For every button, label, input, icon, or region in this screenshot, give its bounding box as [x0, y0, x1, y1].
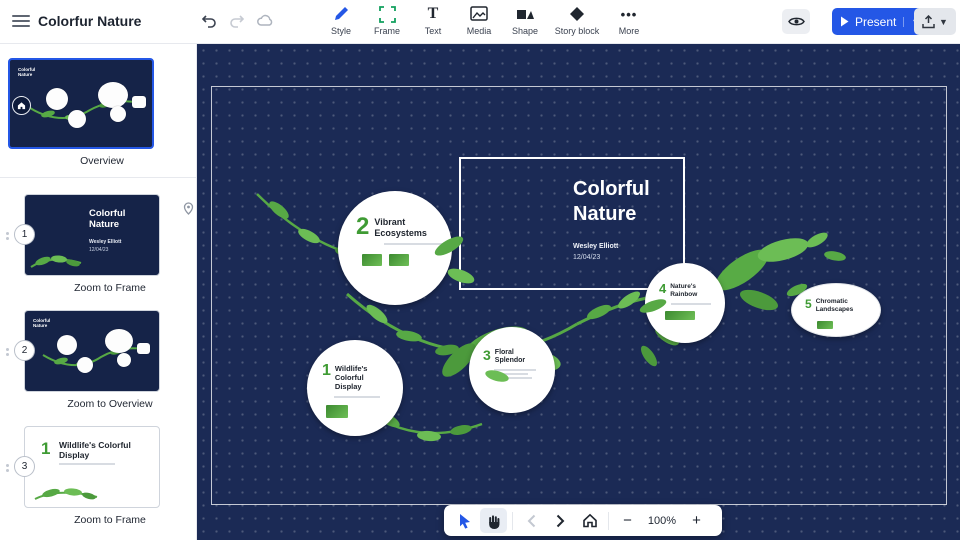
- slide-item-1[interactable]: 1 Colorful Nature Wesley Elliott 12/04/2…: [0, 194, 196, 294]
- topic-wildlifes-colorful-display[interactable]: 1 Wildlife's Colorful Display: [307, 340, 403, 436]
- topic-natures-rainbow[interactable]: 4 Nature's Rainbow: [645, 263, 725, 343]
- slide-1-leaves: [27, 239, 87, 273]
- play-icon: [840, 16, 849, 27]
- drag-handle-icon[interactable]: [6, 348, 9, 358]
- slide-item-2[interactable]: 2 Colorful Nature Zoom to Overview: [0, 310, 196, 410]
- slide-3-leaves: [31, 479, 101, 505]
- tool-frame[interactable]: Frame: [364, 0, 410, 36]
- slide-item-3[interactable]: 3 1 Wildlife's Colorful Display Zoom to …: [0, 426, 196, 526]
- chevron-left-icon: [527, 514, 536, 528]
- slide-1-action: Zoom to Frame: [24, 282, 196, 294]
- home-icon: [582, 513, 598, 528]
- cursor-icon: [458, 513, 472, 529]
- tool-story-block[interactable]: Story block: [548, 0, 606, 36]
- editor-toolbar: Style Frame T Text Media Shape: [318, 0, 652, 44]
- tool-text[interactable]: T Text: [410, 0, 456, 36]
- slide-number-badge: 3: [14, 456, 35, 477]
- export-button[interactable]: ▼: [914, 8, 956, 35]
- presentation-canvas[interactable]: Colorful Nature Wesley Elliott 12/04/23 …: [197, 44, 960, 540]
- slide-2-thumbnail[interactable]: Colorful Nature: [24, 310, 160, 392]
- slide-1-thumbnail[interactable]: Colorful Nature Wesley Elliott 12/04/23: [24, 194, 160, 276]
- story-block-icon: [548, 5, 606, 23]
- slide-3-action: Zoom to Frame: [24, 514, 196, 526]
- tool-more[interactable]: ••• More: [606, 0, 652, 36]
- tool-media[interactable]: Media: [456, 0, 502, 36]
- canvas-title[interactable]: Colorful Nature: [573, 177, 677, 227]
- topic-chromatic-landscapes[interactable]: 5 Chromatic Landscapes: [791, 283, 881, 337]
- sidebar-divider: [0, 177, 196, 178]
- slide-number-badge: 2: [14, 340, 35, 361]
- slide-3-thumbnail[interactable]: 1 Wildlife's Colorful Display: [24, 426, 160, 508]
- pan-tool-button[interactable]: [480, 508, 507, 533]
- chevron-right-icon: [556, 514, 565, 528]
- media-icon: [456, 5, 502, 23]
- select-tool-button[interactable]: [451, 508, 478, 533]
- text-icon: T: [410, 5, 456, 23]
- topic-vibrant-ecosystems[interactable]: 2 Vibrant Ecosystems: [338, 191, 452, 305]
- present-label: Present: [855, 15, 896, 29]
- prev-step-button[interactable]: [518, 508, 545, 533]
- cloud-sync-icon: [256, 12, 276, 32]
- next-step-button[interactable]: [547, 508, 574, 533]
- drag-handle-icon[interactable]: [6, 232, 9, 242]
- topic-floral-splendor[interactable]: 3 Floral Splendor: [469, 327, 555, 413]
- canvas-author[interactable]: Wesley Elliott: [573, 243, 618, 250]
- preview-button[interactable]: [782, 9, 810, 34]
- eye-icon: [788, 15, 805, 28]
- frame-icon: [364, 5, 410, 23]
- export-icon: [922, 15, 935, 29]
- hand-icon: [487, 513, 501, 529]
- style-pen-icon: [318, 5, 364, 23]
- undo-icon[interactable]: [200, 12, 220, 32]
- menu-icon[interactable]: [12, 15, 30, 29]
- overview-slide[interactable]: Colorful Nature Overview: [0, 44, 196, 167]
- overview-label: Overview: [8, 155, 196, 167]
- more-icon: •••: [606, 5, 652, 23]
- redo-icon[interactable]: [228, 12, 248, 32]
- shape-icon: [502, 5, 548, 23]
- home-view-button[interactable]: [576, 508, 603, 533]
- tool-shape[interactable]: Shape: [502, 0, 548, 36]
- tool-style[interactable]: Style: [318, 0, 364, 36]
- zoom-out-button[interactable]: −: [614, 508, 641, 533]
- canvas-date[interactable]: 12/04/23: [573, 254, 600, 261]
- title-frame[interactable]: Colorful Nature Wesley Elliott 12/04/23: [459, 157, 685, 290]
- drag-handle-icon[interactable]: [6, 464, 9, 474]
- overview-thumbnail[interactable]: Colorful Nature: [8, 58, 154, 149]
- slides-sidebar: Colorful Nature Overview 1 Colorful Natu…: [0, 44, 197, 540]
- zoom-level[interactable]: 100%: [643, 515, 681, 527]
- pin-icon: [183, 202, 194, 220]
- zoom-in-button[interactable]: +: [683, 508, 710, 533]
- canvas-controls-bar: − 100% +: [444, 505, 722, 536]
- home-badge-icon: [12, 96, 31, 115]
- slide-2-action: Zoom to Overview: [24, 398, 196, 410]
- document-title[interactable]: Colorfur Nature: [38, 13, 141, 29]
- top-header: Colorfur Nature Style Frame T Text: [0, 0, 960, 44]
- export-caret-icon: ▼: [939, 17, 948, 27]
- slide-number-badge: 1: [14, 224, 35, 245]
